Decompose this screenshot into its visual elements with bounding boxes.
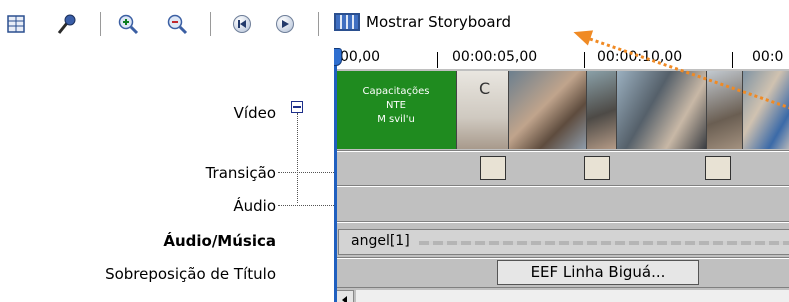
video-clip[interactable]: C: [456, 71, 508, 149]
filmstrip-icon: [334, 13, 360, 31]
transition-slot[interactable]: [705, 156, 731, 180]
track-label-audio-music: Áudio/Música: [163, 232, 276, 250]
playhead-handle[interactable]: [334, 48, 342, 66]
playhead[interactable]: [334, 48, 342, 302]
toolbar-separator: [318, 12, 319, 36]
ruler-tick: [732, 52, 733, 68]
audio-waveform: [419, 241, 789, 245]
zoom-out-icon[interactable]: [165, 12, 189, 36]
clip-text: M svil'u: [377, 114, 415, 125]
audio-clip-label: angel[1]: [351, 233, 410, 249]
clip-text: NTE: [386, 100, 406, 111]
time-ruler[interactable]: 00,00 00:00:05,00 00:00:10,00 00:0: [334, 48, 789, 69]
play-icon[interactable]: [273, 12, 297, 36]
tick-label: 00,00: [340, 49, 381, 65]
clip-text: Capacitações: [362, 86, 430, 97]
audio-track[interactable]: [334, 186, 789, 222]
transition-slot[interactable]: [584, 156, 610, 180]
video-clip-title[interactable]: Capacitações NTE M svil'u: [336, 71, 456, 149]
storyboard-grid-icon[interactable]: [4, 12, 28, 36]
tick-label: 00:00:05,00: [452, 49, 538, 65]
ruler-tick: [584, 52, 585, 68]
toolbar-separator: [100, 12, 101, 36]
horizontal-scrollbar[interactable]: [356, 290, 789, 302]
track-label-transition: Transição: [205, 164, 276, 182]
tree-connector: [278, 205, 334, 207]
transition-slot[interactable]: [480, 156, 506, 180]
collapse-video-icon[interactable]: [291, 101, 303, 113]
audio-clip[interactable]: angel[1]: [338, 229, 789, 255]
tree-connector: [278, 172, 334, 174]
rewind-icon[interactable]: [230, 12, 254, 36]
track-label-video: Vídeo: [233, 104, 276, 122]
clip-text: C: [479, 79, 491, 98]
zoom-in-icon[interactable]: [116, 12, 140, 36]
video-clip[interactable]: [508, 71, 586, 149]
show-storyboard-button[interactable]: Mostrar Storyboard: [334, 13, 511, 31]
video-clip[interactable]: [742, 71, 789, 149]
tree-connector: [297, 113, 299, 203]
track-label-audio: Áudio: [233, 197, 276, 215]
video-clip[interactable]: [586, 71, 616, 149]
ruler-tick: [437, 52, 438, 68]
title-overlay-clip[interactable]: EEF Linha Biguá...: [497, 260, 699, 285]
scroll-left-button[interactable]: [336, 290, 354, 302]
narrate-microphone-icon[interactable]: [54, 12, 78, 36]
track-label-title-overlay: Sobreposição de Título: [105, 265, 276, 283]
storyboard-label: Mostrar Storyboard: [366, 13, 512, 31]
video-clip[interactable]: [616, 71, 706, 149]
toolbar-separator: [210, 12, 211, 36]
tick-label: 00:0: [752, 49, 784, 65]
